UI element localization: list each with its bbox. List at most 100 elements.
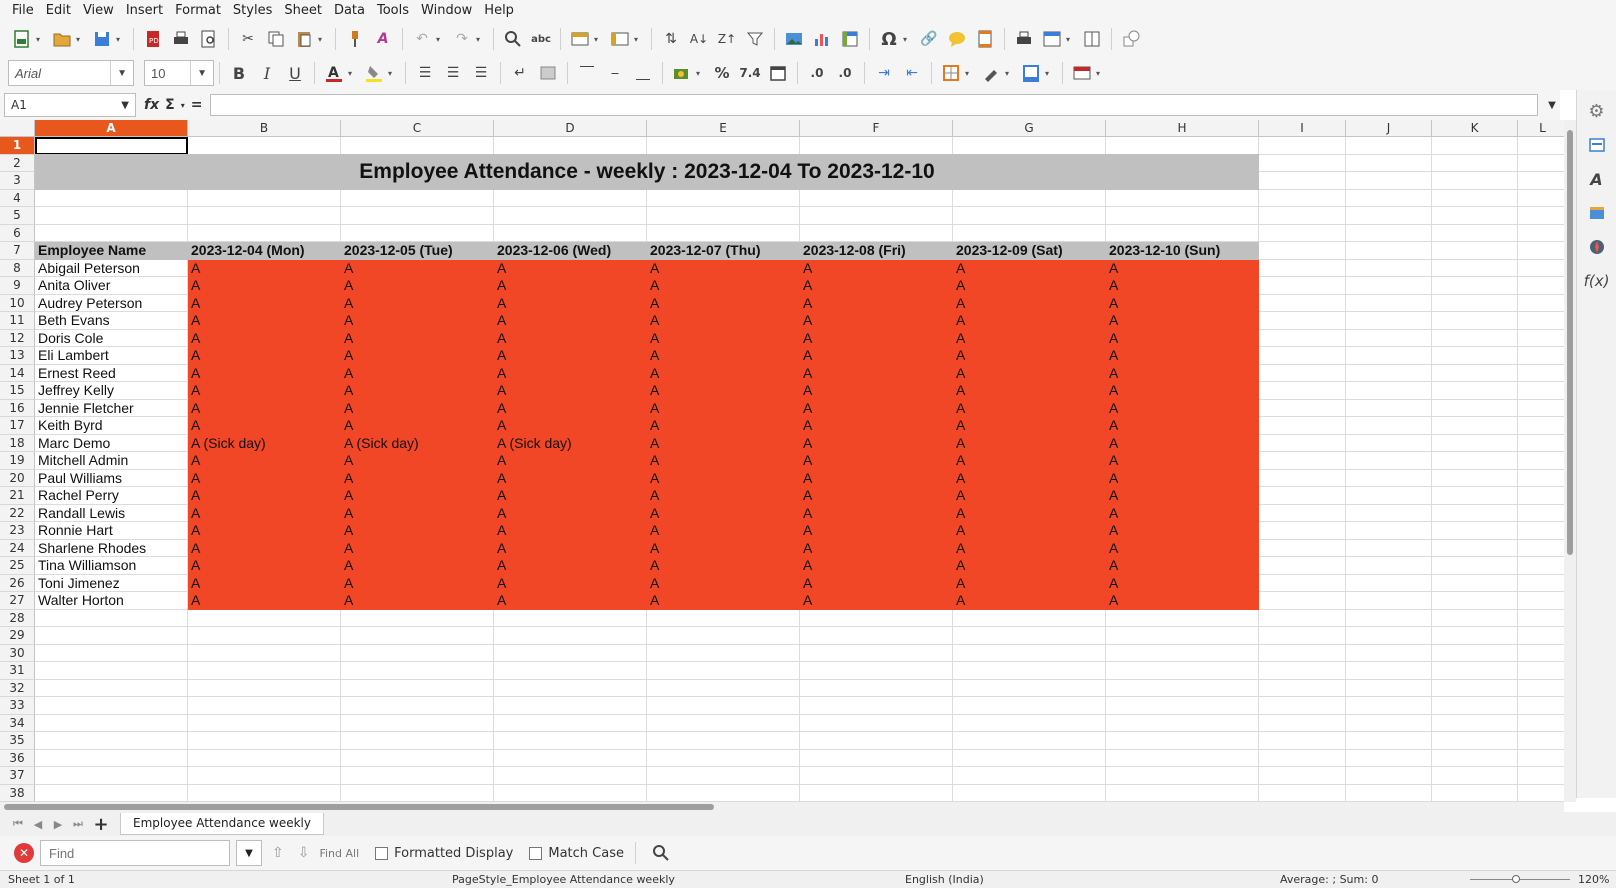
cell[interactable] [1432, 242, 1518, 260]
row-header[interactable]: 6 [0, 224, 35, 242]
cell[interactable] [1346, 557, 1432, 575]
cell[interactable] [647, 697, 800, 715]
special-character-dropdown-icon[interactable]: ▾ [903, 35, 911, 44]
row-header[interactable]: 13 [0, 347, 35, 365]
cell[interactable] [1432, 382, 1518, 400]
cell[interactable] [494, 609, 647, 627]
attendance-cell[interactable]: A [953, 557, 1106, 575]
cell[interactable] [1259, 557, 1346, 575]
underline-icon[interactable]: U [284, 62, 306, 84]
cell[interactable] [1259, 504, 1346, 522]
cell[interactable] [953, 189, 1106, 207]
cell[interactable] [1346, 399, 1432, 417]
cell[interactable] [1518, 785, 1564, 802]
cell[interactable] [1346, 487, 1432, 505]
cell[interactable] [1259, 329, 1346, 347]
cell[interactable] [1518, 767, 1564, 785]
attendance-cell[interactable]: A [647, 522, 800, 540]
cell[interactable] [341, 627, 494, 645]
align-left-icon[interactable]: ☰ [414, 62, 436, 84]
chevron-down-icon[interactable]: ▼ [121, 100, 129, 111]
attendance-cell[interactable]: A [188, 382, 341, 400]
cell[interactable] [1259, 592, 1346, 610]
column-title-cell[interactable]: 2023-12-07 (Thu) [647, 242, 800, 260]
cell[interactable] [1432, 137, 1518, 155]
cell[interactable] [1259, 679, 1346, 697]
cell[interactable] [800, 609, 953, 627]
sort-descending-icon[interactable]: Z↑ [716, 28, 738, 50]
cell[interactable] [341, 697, 494, 715]
add-decimal-icon[interactable]: .0 [806, 62, 828, 84]
cell[interactable] [1259, 662, 1346, 680]
cell[interactable] [1259, 784, 1346, 802]
cell[interactable] [341, 189, 494, 207]
attendance-cell[interactable]: A [953, 434, 1106, 452]
cell[interactable] [1518, 365, 1564, 382]
cell[interactable] [188, 784, 341, 802]
cell[interactable] [1518, 382, 1564, 400]
employee-name-cell[interactable]: Randall Lewis [35, 504, 188, 522]
cell[interactable] [1346, 154, 1432, 172]
attendance-cell[interactable]: A [800, 557, 953, 575]
cell[interactable] [1432, 679, 1518, 697]
cell[interactable] [1432, 312, 1518, 330]
attendance-cell[interactable]: A [188, 592, 341, 610]
cell[interactable] [1346, 277, 1432, 295]
align-bottom-icon[interactable]: ⎽ [632, 62, 654, 84]
cell[interactable] [1432, 434, 1518, 452]
cell[interactable] [1346, 329, 1432, 347]
select-all-corner[interactable] [0, 120, 35, 137]
cell[interactable] [1346, 767, 1432, 785]
attendance-cell[interactable]: A [494, 487, 647, 505]
attendance-cell[interactable]: A [188, 259, 341, 277]
borders-dropdown-icon[interactable]: ▾ [965, 69, 973, 78]
attendance-cell[interactable]: A [953, 574, 1106, 592]
cell[interactable] [35, 679, 188, 697]
row-header[interactable]: 7 [0, 242, 35, 260]
attendance-cell[interactable]: A [647, 539, 800, 557]
column-title-cell[interactable]: 2023-12-10 (Sun) [1106, 242, 1259, 260]
attendance-cell[interactable]: A [800, 347, 953, 365]
attendance-cell[interactable]: A [1106, 487, 1259, 505]
attendance-cell[interactable]: A [647, 417, 800, 435]
attendance-cell[interactable]: A [1106, 294, 1259, 312]
column-header-h[interactable]: H [1106, 120, 1259, 137]
cell[interactable] [647, 644, 800, 662]
cell[interactable] [1518, 172, 1564, 190]
function-wizard-icon[interactable]: fx [144, 97, 159, 113]
cell[interactable] [1518, 627, 1564, 645]
cell[interactable] [1259, 522, 1346, 540]
cell[interactable] [35, 732, 188, 750]
gear-icon[interactable]: ⚙ [1584, 98, 1610, 124]
print-preview-icon[interactable] [198, 28, 220, 50]
find-next-icon[interactable]: ⇩ [298, 845, 310, 861]
cell[interactable] [1518, 190, 1564, 207]
attendance-cell[interactable]: A [800, 259, 953, 277]
cell[interactable] [1432, 749, 1518, 767]
cell[interactable] [1259, 189, 1346, 207]
align-right-icon[interactable]: ☰ [470, 62, 492, 84]
attendance-cell[interactable]: A [188, 417, 341, 435]
employee-name-cell[interactable]: Jeffrey Kelly [35, 382, 188, 400]
column-dropdown-icon[interactable]: ▾ [634, 35, 642, 44]
attendance-cell[interactable]: A (Sick day) [188, 434, 341, 452]
cell[interactable] [647, 749, 800, 767]
cell[interactable] [800, 224, 953, 242]
employee-name-cell[interactable]: Anita Oliver [35, 277, 188, 295]
cell[interactable] [188, 207, 341, 225]
attendance-cell[interactable]: A [953, 347, 1106, 365]
highlighting-dropdown-icon[interactable]: ▾ [388, 69, 396, 78]
attendance-cell[interactable]: A [341, 452, 494, 470]
cell[interactable] [341, 644, 494, 662]
menu-data[interactable]: Data [328, 0, 371, 22]
cell[interactable] [1346, 627, 1432, 645]
attendance-cell[interactable]: A [494, 347, 647, 365]
insert-image-icon[interactable] [783, 28, 805, 50]
cell[interactable] [1106, 714, 1259, 732]
border-style-dropdown-icon[interactable]: ▾ [1005, 69, 1013, 78]
cell[interactable] [1346, 452, 1432, 470]
attendance-cell[interactable]: A [341, 574, 494, 592]
cell[interactable] [341, 749, 494, 767]
attendance-cell[interactable]: A [188, 539, 341, 557]
attendance-cell[interactable]: A [188, 347, 341, 365]
